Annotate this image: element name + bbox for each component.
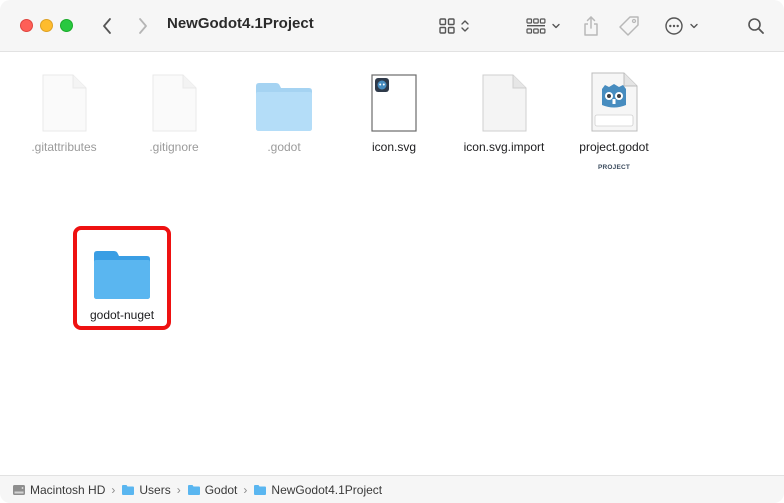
tag-icon bbox=[619, 16, 639, 36]
file-item-gitattributes[interactable]: .gitattributes bbox=[9, 68, 119, 154]
hard-drive-icon bbox=[13, 484, 25, 495]
back-button[interactable] bbox=[96, 14, 118, 38]
project-badge: PROJECT bbox=[597, 164, 631, 171]
finder-window: NewGodot4.1Project .gitattributes .gitig… bbox=[0, 0, 784, 503]
file-label: .gitattributes bbox=[31, 140, 97, 154]
group-by-icon bbox=[525, 18, 545, 34]
share-button[interactable] bbox=[580, 14, 602, 38]
path-bar: Macintosh HD › Users › Godot › NewGodot4… bbox=[0, 475, 784, 503]
folder-icon bbox=[122, 484, 135, 495]
grid-view-icon bbox=[439, 18, 455, 34]
forward-button[interactable] bbox=[132, 14, 154, 38]
selection-highlight-box bbox=[73, 226, 171, 330]
godot-project-icon bbox=[591, 72, 638, 132]
tag-button[interactable] bbox=[618, 14, 640, 38]
share-icon bbox=[584, 16, 598, 36]
path-separator: › bbox=[111, 482, 116, 497]
document-icon bbox=[152, 74, 197, 132]
file-item-icon-svg[interactable]: icon.svg bbox=[339, 68, 449, 154]
ellipsis-circle-icon bbox=[664, 17, 683, 35]
toolbar: NewGodot4.1Project bbox=[0, 0, 784, 52]
up-down-chevron-icon bbox=[461, 20, 469, 32]
search-button[interactable] bbox=[746, 14, 766, 38]
path-separator: › bbox=[176, 482, 181, 497]
minimize-window-button[interactable] bbox=[40, 19, 53, 32]
document-icon bbox=[42, 74, 87, 132]
path-item-macintosh-hd[interactable]: Macintosh HD bbox=[12, 483, 105, 497]
file-label: project.godot bbox=[579, 140, 649, 154]
search-icon bbox=[748, 18, 764, 34]
folder-icon bbox=[187, 484, 200, 495]
chevron-right-icon bbox=[139, 18, 147, 34]
file-item-project-godot[interactable]: project.godot bbox=[559, 68, 669, 154]
group-by-button[interactable] bbox=[524, 14, 562, 38]
window-title: NewGodot4.1Project bbox=[167, 15, 314, 32]
path-item-users[interactable]: Users bbox=[121, 483, 171, 497]
path-separator: › bbox=[243, 482, 248, 497]
chevron-left-icon bbox=[103, 18, 111, 34]
svg-image-icon bbox=[371, 74, 417, 132]
chevron-down-icon bbox=[551, 23, 560, 29]
file-label: icon.svg bbox=[371, 140, 417, 154]
more-actions-button[interactable] bbox=[662, 14, 700, 38]
chevron-down-icon bbox=[689, 23, 698, 29]
close-window-button[interactable] bbox=[20, 19, 33, 32]
path-item-newgodot-project[interactable]: NewGodot4.1Project bbox=[253, 483, 382, 497]
file-item-gitignore[interactable]: .gitignore bbox=[119, 68, 229, 154]
document-icon bbox=[482, 74, 527, 132]
view-switcher-button[interactable] bbox=[434, 14, 474, 38]
file-label: .gitignore bbox=[149, 140, 199, 154]
file-label: .godot bbox=[267, 140, 301, 154]
folder-icon bbox=[256, 83, 312, 131]
zoom-window-button[interactable] bbox=[60, 19, 73, 32]
file-label: icon.svg.import bbox=[463, 140, 545, 154]
folder-icon bbox=[254, 484, 267, 495]
folder-item-godot-hidden[interactable]: .godot bbox=[229, 68, 339, 154]
file-icon-view[interactable]: .gitattributes .gitignore .godot icon.sv… bbox=[0, 53, 784, 475]
file-item-icon-svg-import[interactable]: icon.svg.import bbox=[449, 68, 559, 154]
path-item-godot[interactable]: Godot bbox=[187, 483, 237, 497]
